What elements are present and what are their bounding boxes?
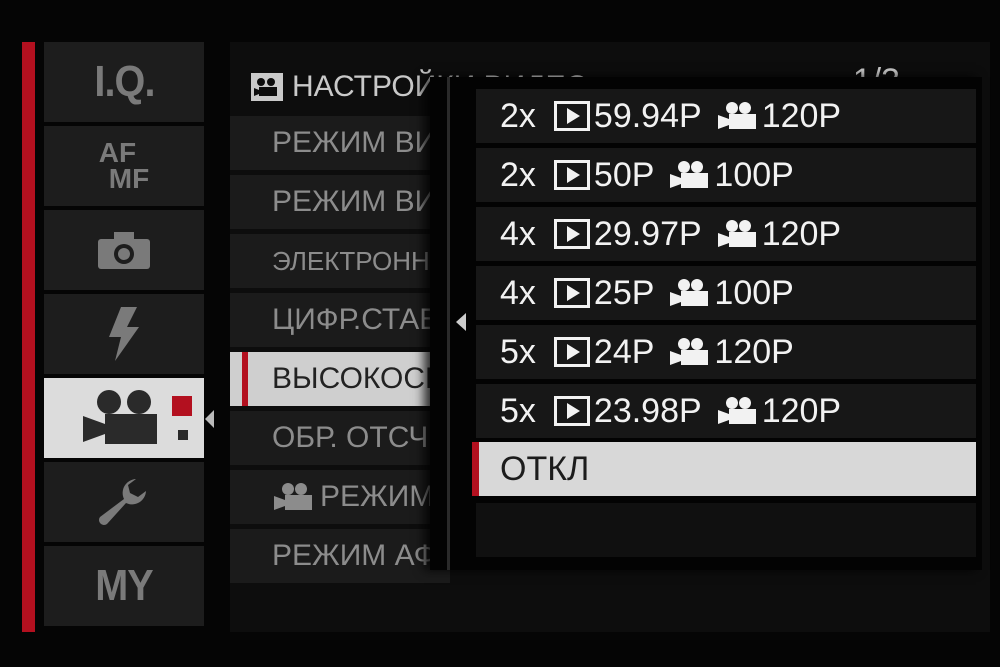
tab-shooting[interactable] xyxy=(44,210,204,290)
af-mf-label: AF MF xyxy=(99,139,150,194)
tab-label: I.Q. xyxy=(93,57,155,106)
tab-movie[interactable] xyxy=(44,378,204,458)
menu-item[interactable]: ОБР. ОТСЧЕТА xyxy=(230,411,450,465)
tab-label: MY xyxy=(95,561,154,610)
playback-rate: 23.98P xyxy=(593,391,702,430)
option-row[interactable]: 4x 25P 100P xyxy=(476,266,976,320)
playback-icon xyxy=(553,160,590,190)
speed-multiplier: 2x xyxy=(500,155,536,194)
record-rate: 120P xyxy=(761,96,842,135)
menu-item-label: ОБР. ОТСЧЕТА xyxy=(272,421,450,454)
menu-item[interactable]: РЕЖИМ АФ xyxy=(230,529,450,583)
movie-camera-icon xyxy=(717,101,758,131)
menu-item-label: РЕЖИМ ВИДЕО xyxy=(272,185,450,218)
movie-camera-icon xyxy=(717,219,758,249)
flash-icon xyxy=(109,307,139,361)
option-off-label: ОТКЛ xyxy=(500,449,590,488)
menu-item-label: ВЫСОКОСКОР. xyxy=(272,362,450,395)
playback-rate: 24P xyxy=(593,332,655,371)
option-row[interactable]: 2x 59.94P 120P xyxy=(476,89,976,143)
dot-indicator xyxy=(178,430,188,440)
playback-rate: 50P xyxy=(593,155,655,194)
menu-item-label: ЭЛЕКТРОННЫЙ xyxy=(272,245,450,276)
playback-rate: 29.97P xyxy=(593,214,702,253)
movie-camera-icon xyxy=(83,390,157,444)
playback-rate: 25P xyxy=(593,273,655,312)
speed-multiplier: 2x xyxy=(500,96,536,135)
speed-multiplier: 5x xyxy=(500,332,536,371)
option-row[interactable]: 2x 50P 100P xyxy=(476,148,976,202)
menu-item-label: РЕЖИМ АФ xyxy=(272,539,437,572)
menu-item[interactable]: РЕЖИМ xyxy=(230,470,450,524)
option-row[interactable]: 5x 24P 120P xyxy=(476,325,976,379)
playback-icon xyxy=(553,219,590,249)
menu-item-label: ЦИФР.СТАБ xyxy=(272,303,439,336)
speed-multiplier: 5x xyxy=(500,391,536,430)
playback-icon xyxy=(553,101,590,131)
movie-camera-icon xyxy=(670,160,710,190)
record-rate: 120P xyxy=(761,214,842,253)
movie-camera-icon xyxy=(670,337,710,367)
option-row[interactable]: 5x 23.98P 120P xyxy=(476,384,976,438)
red-square-indicator xyxy=(172,396,192,416)
playback-icon xyxy=(553,396,590,426)
speed-multiplier: 4x xyxy=(500,273,536,312)
menu-item[interactable]: ЦИФР.СТАБ xyxy=(230,293,450,347)
playback-icon xyxy=(553,278,590,308)
movie-camera-icon xyxy=(274,482,314,512)
playback-rate: 59.94P xyxy=(593,96,702,135)
high-speed-options-popup: 2x 59.94P 120P 2x 50P 100P 4x 29.97P 120P 4x 25P 10… xyxy=(430,77,982,570)
wrench-icon xyxy=(98,479,146,525)
tab-image-quality[interactable]: I.Q. xyxy=(44,42,204,122)
left-arrow-icon xyxy=(205,410,214,428)
camera-menu-screen: I.Q. AF MF MY НАСТРОЙКИ РЕЖИМ ВИ РЕЖИМ В… xyxy=(0,0,1000,667)
menu-item[interactable]: РЕЖИМ ВИДЕО xyxy=(230,116,450,170)
left-arrow-icon xyxy=(456,313,466,331)
sidebar-accent-strip xyxy=(22,42,35,632)
record-rate: 100P xyxy=(714,155,794,194)
tab-my-menu[interactable]: MY xyxy=(44,546,204,626)
movie-camera-icon xyxy=(717,396,758,426)
tab-flash[interactable] xyxy=(44,294,204,374)
menu-item-selected[interactable]: ВЫСОКОСКОР. xyxy=(230,352,450,406)
menu-item[interactable]: ЭЛЕКТРОННЫЙ xyxy=(230,234,450,288)
menu-item-label: РЕЖИМ ВИДЕО xyxy=(272,126,450,159)
camera-icon xyxy=(98,232,150,269)
movie-settings-icon xyxy=(251,73,283,101)
mf-text: MF xyxy=(108,163,150,194)
record-rate: 100P xyxy=(714,273,794,312)
tab-af-mf[interactable]: AF MF xyxy=(44,126,204,206)
menu-item-label: РЕЖИМ xyxy=(320,480,435,513)
record-rate: 120P xyxy=(761,391,842,430)
movie-camera-icon xyxy=(670,278,710,308)
menu-item[interactable]: РЕЖИМ ВИДЕО xyxy=(230,175,450,229)
popup-divider xyxy=(447,77,450,570)
speed-multiplier: 4x xyxy=(500,214,536,253)
tab-setup[interactable] xyxy=(44,462,204,542)
option-off[interactable]: ОТКЛ xyxy=(472,442,976,496)
empty-row xyxy=(476,503,976,557)
record-rate: 120P xyxy=(714,332,794,371)
playback-icon xyxy=(553,337,590,367)
option-row[interactable]: 4x 29.97P 120P xyxy=(476,207,976,261)
